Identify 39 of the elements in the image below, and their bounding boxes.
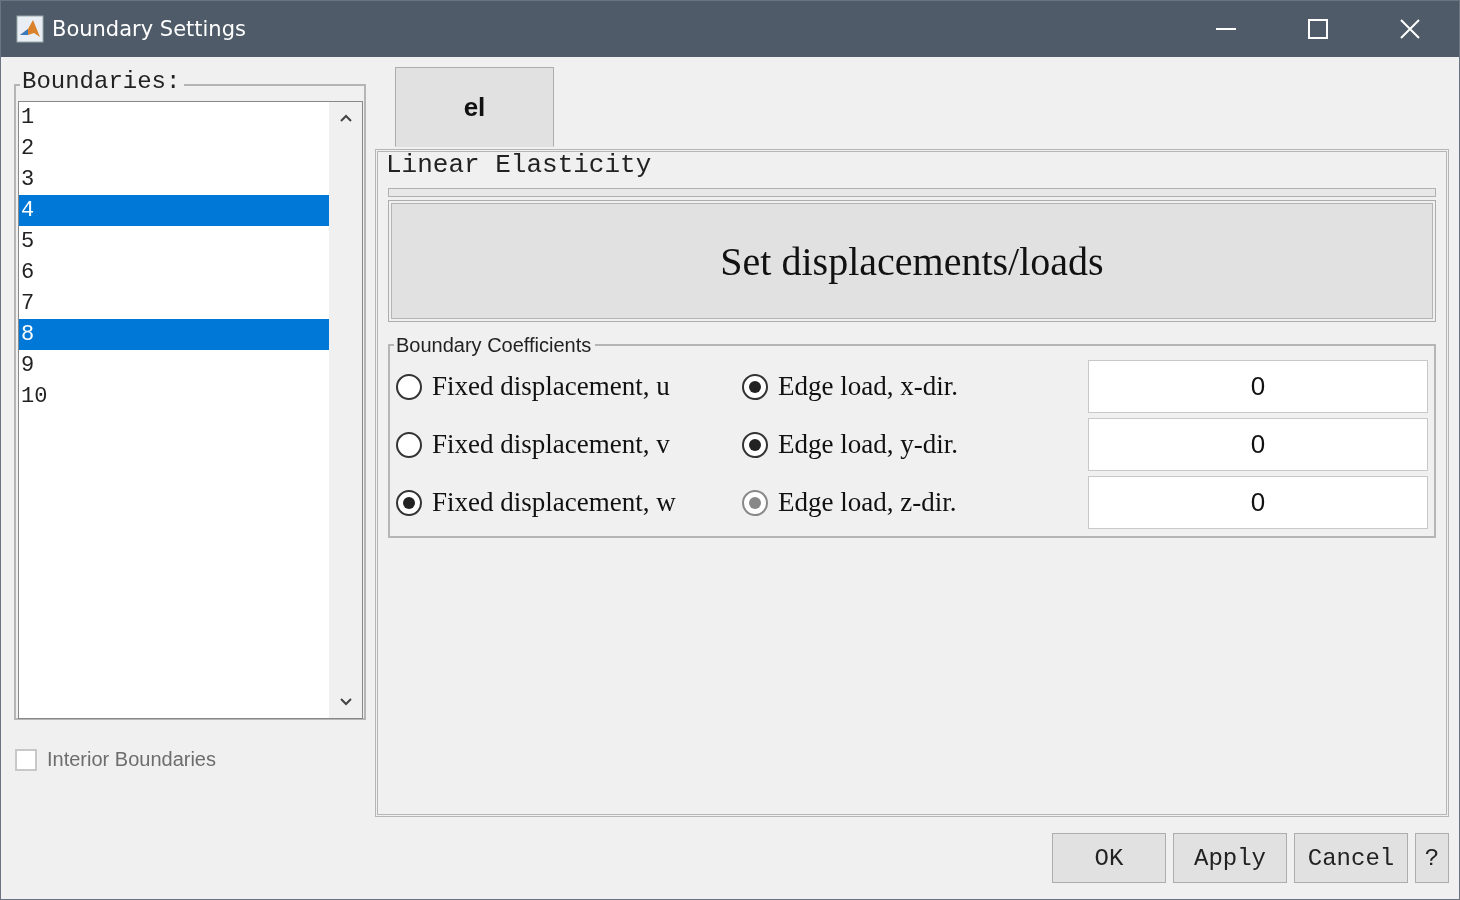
set-displacements-button[interactable]: Set displacements/loads bbox=[388, 200, 1436, 322]
value-field[interactable]: 0 bbox=[1088, 418, 1428, 471]
list-item[interactable]: 6 bbox=[19, 257, 329, 288]
value-field[interactable]: 0 bbox=[1088, 476, 1428, 529]
list-item[interactable]: 9 bbox=[19, 350, 329, 381]
radio-button[interactable] bbox=[396, 373, 422, 400]
dialog-button[interactable]: ? bbox=[1415, 833, 1449, 883]
boundaries-list[interactable]: 1 2 3 4 5 6 7 8 9 10 bbox=[18, 101, 363, 719]
app-icon bbox=[16, 15, 44, 43]
radio-label: Fixed displacement, u bbox=[432, 371, 670, 402]
radio-button[interactable] bbox=[396, 489, 422, 516]
radio-label: Edge load, x-dir. bbox=[778, 371, 958, 402]
radio-label: Edge load, y-dir. bbox=[778, 429, 958, 460]
dialog-button[interactable]: Cancel bbox=[1294, 833, 1408, 883]
list-item[interactable]: 3 bbox=[19, 164, 329, 195]
value-field[interactable]: 0 bbox=[1088, 360, 1428, 413]
group-label: Boundary Coefficients bbox=[394, 334, 596, 356]
dialog-button[interactable]: Apply bbox=[1173, 833, 1287, 883]
list-item[interactable]: 7 bbox=[19, 288, 329, 319]
list-item[interactable]: 1 bbox=[19, 102, 329, 133]
radio-button[interactable] bbox=[742, 431, 768, 458]
radio-button[interactable] bbox=[396, 431, 422, 458]
radio-label: Edge load, z-dir. bbox=[778, 487, 957, 518]
radio-label: Fixed displacement, w bbox=[432, 487, 676, 518]
window-title: Boundary Settings bbox=[52, 17, 247, 41]
list-item[interactable]: 5 bbox=[19, 226, 329, 257]
scroll-down-icon[interactable] bbox=[339, 698, 352, 706]
tab[interactable]: el bbox=[395, 67, 554, 147]
radio-label: Fixed displacement, v bbox=[432, 429, 670, 460]
radio-button[interactable] bbox=[742, 373, 768, 400]
list-item[interactable]: 10 bbox=[19, 381, 329, 412]
list-item[interactable]: 4 bbox=[19, 195, 329, 226]
scroll-up-icon[interactable] bbox=[339, 114, 352, 122]
dialog-button[interactable]: OK bbox=[1052, 833, 1166, 883]
close-icon[interactable] bbox=[1399, 18, 1421, 40]
maximize-icon[interactable] bbox=[1307, 18, 1329, 40]
list-item[interactable]: 2 bbox=[19, 133, 329, 164]
list-item[interactable]: 8 bbox=[19, 319, 329, 350]
checkbox-label: Interior Boundaries bbox=[47, 748, 216, 771]
